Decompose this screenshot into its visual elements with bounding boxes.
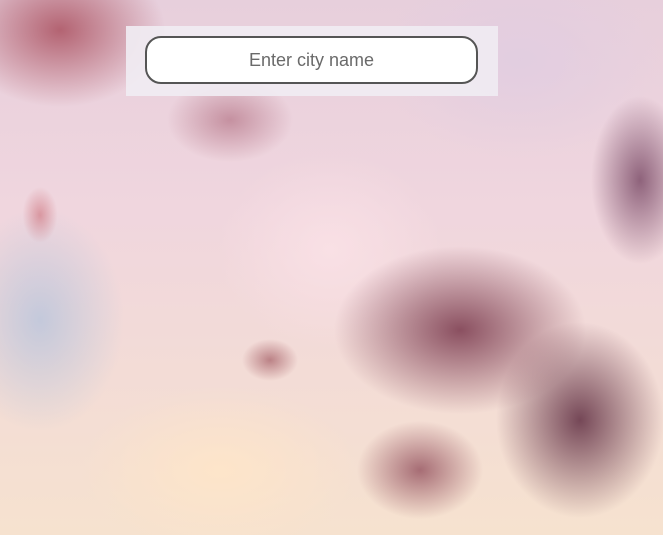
city-search-input[interactable] [145,36,478,84]
search-panel [126,26,498,96]
